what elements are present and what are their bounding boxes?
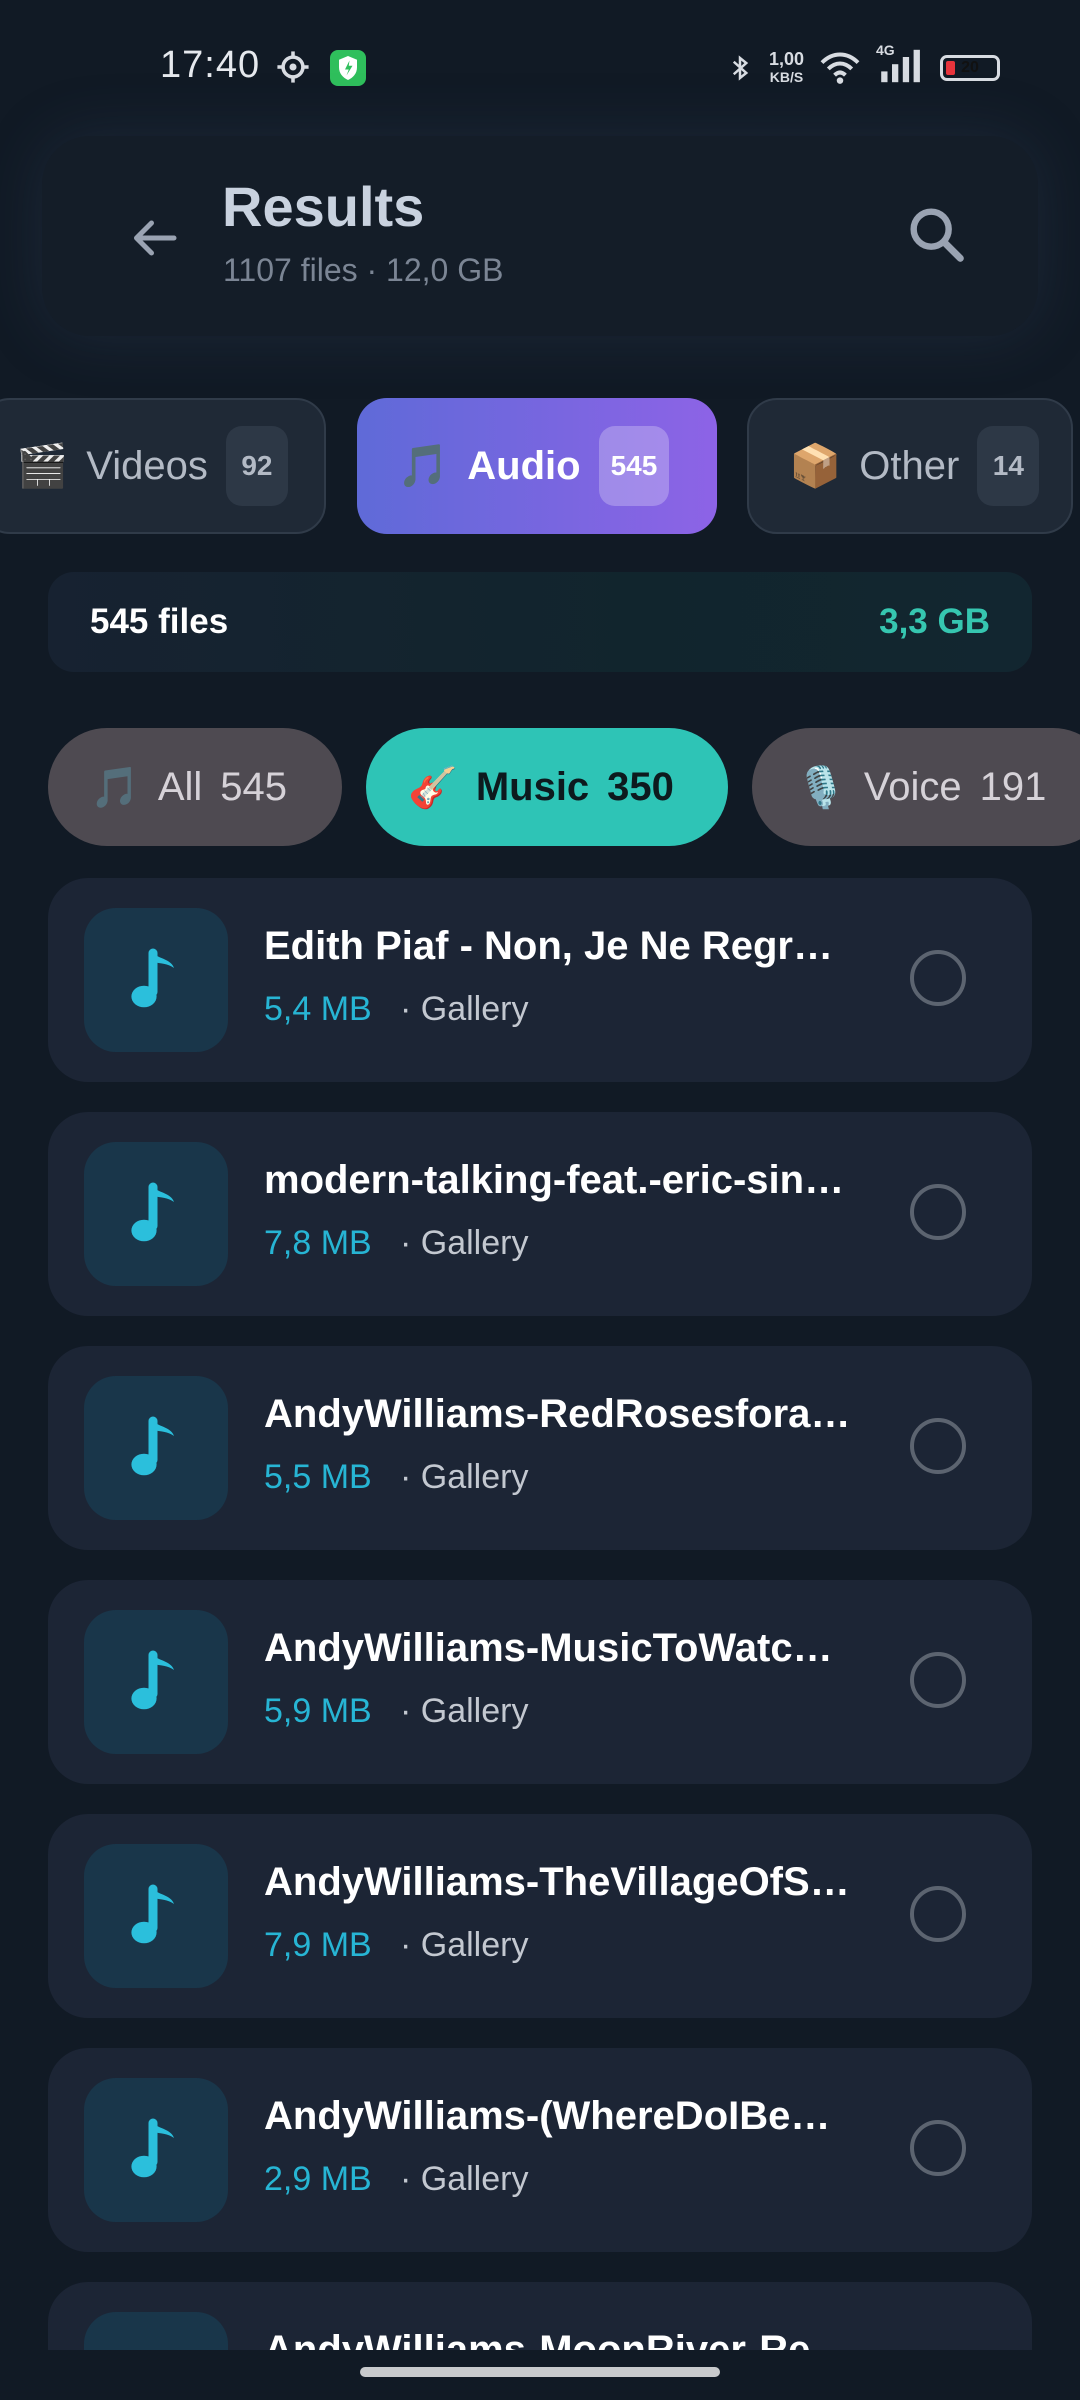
file-row[interactable]: AndyWilliams-MusicToWatchGirlsBy 5,9 MB …	[48, 1580, 1032, 1784]
gear-icon	[277, 51, 309, 83]
music-note-icon	[84, 908, 228, 1052]
file-name: AndyWilliams-MoonRiver-Remastered	[264, 2328, 854, 2350]
chip-all[interactable]: 🎵 All 545	[48, 728, 342, 846]
bluetooth-icon	[732, 55, 749, 81]
music-note-icon	[84, 1142, 228, 1286]
file-list[interactable]: Edith Piaf - Non, Je Ne Regrette Rien 5,…	[48, 878, 1032, 2350]
microphone-icon: 🎙️	[796, 765, 846, 810]
status-bar: 17:40 1,00 KB/S 4G 20	[0, 0, 1080, 136]
summary-file-count: 545 files	[90, 602, 229, 641]
tab-videos[interactable]: 🎬 Videos 92	[0, 398, 326, 534]
tab-other[interactable]: 📦 Other 14	[747, 398, 1073, 534]
file-size: 5,5 MB	[264, 1458, 372, 1496]
music-note-icon	[84, 1844, 228, 1988]
type-tabs: 🎬 Videos 92 🎵 Audio 545 📦 Other 14	[0, 398, 1080, 536]
music-note-icon: 🎵	[397, 441, 450, 489]
file-row[interactable]: AndyWilliams-RedRosesforaBlueLady 5,5 MB…	[48, 1346, 1032, 1550]
select-checkbox[interactable]	[910, 1418, 966, 1474]
select-checkbox[interactable]	[910, 1652, 966, 1708]
wifi-icon	[820, 52, 860, 84]
status-time: 17:40	[160, 44, 261, 86]
file-name: AndyWilliams-(WhereDoIBegin)LoveStory	[264, 2094, 854, 2138]
select-checkbox[interactable]	[910, 1184, 966, 1240]
file-row[interactable]: AndyWilliams-MoonRiver-Remastered	[48, 2282, 1032, 2350]
chip-voice[interactable]: 🎙️ Voice 191	[752, 728, 1080, 846]
tab-count-badge: 14	[977, 426, 1040, 506]
tab-label: Audio	[467, 443, 581, 488]
page-subtitle: 1107 files · 12,0 GB	[223, 252, 504, 288]
header-card: Results 1107 files · 12,0 GB	[42, 136, 1038, 336]
status-icons: 1,00 KB/S 4G 20	[725, 42, 1000, 89]
file-source: · Gallery	[400, 1458, 529, 1496]
select-checkbox[interactable]	[910, 950, 966, 1006]
file-source: · Gallery	[400, 1926, 529, 1964]
file-name: AndyWilliams-RedRosesforaBlueLady	[264, 1392, 854, 1436]
arrow-left-icon[interactable]	[124, 208, 184, 268]
chip-count: 191	[979, 764, 1047, 809]
file-row[interactable]: modern-talking-feat.-eric-singleton 7,8 …	[48, 1112, 1032, 1316]
search-icon[interactable]	[902, 200, 972, 270]
chip-music[interactable]: 🎸 Music 350	[366, 728, 728, 846]
file-source: · Gallery	[400, 990, 529, 1028]
summary-total-size: 3,3 GB	[879, 602, 990, 641]
chip-count: 350	[607, 764, 674, 809]
file-size: 5,4 MB	[264, 990, 372, 1028]
file-source: · Gallery	[400, 1224, 529, 1262]
music-note-icon	[84, 1376, 228, 1520]
tab-count-badge: 92	[225, 426, 288, 506]
summary-bar: 545 files 3,3 GB	[48, 572, 1032, 672]
clapper-icon: 🎬	[16, 441, 69, 489]
music-note-icon	[84, 1610, 228, 1754]
page-title: Results	[222, 175, 425, 238]
file-size: 7,8 MB	[264, 1224, 372, 1262]
file-name: modern-talking-feat.-eric-singleton	[264, 1158, 854, 1202]
chip-count: 545	[220, 764, 288, 809]
file-source: · Gallery	[400, 1692, 529, 1730]
select-checkbox[interactable]	[910, 1886, 966, 1942]
file-size: 5,9 MB	[264, 1692, 372, 1730]
chip-label: Voice	[863, 764, 962, 809]
shield-icon	[330, 50, 366, 86]
filter-chips: 🎵 All 545 🎸 Music 350 🎙️ Voice 191	[0, 728, 1080, 846]
tab-count-badge: 545	[598, 426, 670, 506]
chip-label: Music	[475, 764, 590, 809]
file-name: Edith Piaf - Non, Je Ne Regrette Rien	[264, 924, 854, 968]
music-note-icon	[84, 2078, 228, 2222]
tab-label: Videos	[86, 443, 208, 488]
package-icon: 📦	[789, 441, 842, 489]
tab-audio[interactable]: 🎵 Audio 545	[357, 398, 717, 534]
music-note-icon: 🎵	[90, 765, 140, 810]
file-row[interactable]: Edith Piaf - Non, Je Ne Regrette Rien 5,…	[48, 878, 1032, 1082]
file-row[interactable]: AndyWilliams-(WhereDoIBegin)LoveStory 2,…	[48, 2048, 1032, 2252]
select-checkbox[interactable]	[910, 2120, 966, 2176]
file-source: · Gallery	[400, 2160, 529, 2198]
net-speed: 1,00 KB/S	[768, 49, 804, 85]
tab-label: Other	[859, 443, 960, 488]
home-indicator[interactable]	[360, 2367, 720, 2377]
guitar-icon: 🎸	[408, 765, 458, 810]
chip-label: All	[157, 764, 203, 809]
file-size: 7,9 MB	[264, 1926, 372, 1964]
music-note-icon	[84, 2312, 228, 2350]
file-name: AndyWilliams-TheVillageOfStBernadette	[264, 1860, 854, 1904]
signal-icon: 4G	[876, 42, 926, 89]
file-row[interactable]: AndyWilliams-TheVillageOfStBernadette 7,…	[48, 1814, 1032, 2018]
file-size: 2,9 MB	[264, 2160, 372, 2198]
file-name: AndyWilliams-MusicToWatchGirlsBy	[264, 1626, 854, 1670]
battery-icon: 20	[940, 55, 1000, 81]
